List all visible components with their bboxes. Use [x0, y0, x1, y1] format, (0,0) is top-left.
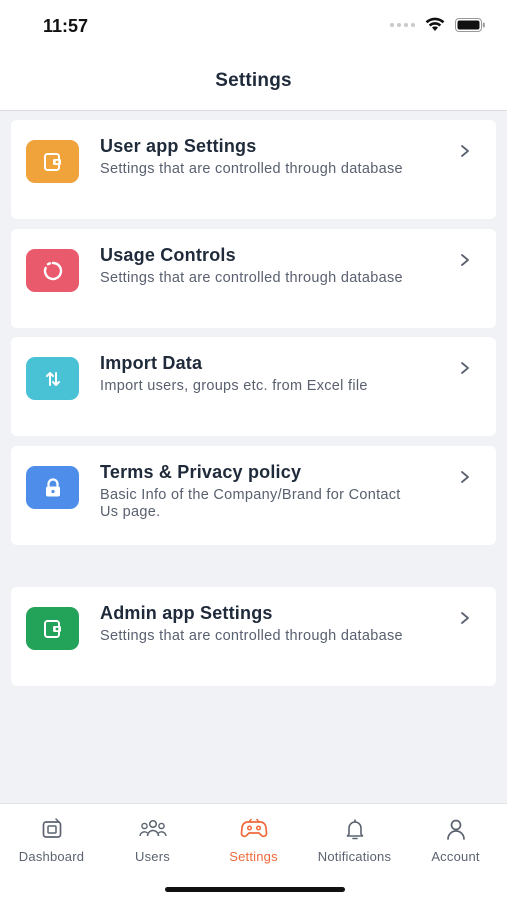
lock-icon [45, 477, 60, 496]
tab-settings[interactable]: Settings [203, 816, 304, 864]
tab-label: Users [135, 849, 170, 864]
settings-screen: 11:57 Settings User app Settings Setting… [0, 0, 507, 900]
item-title: Usage Controls [100, 245, 236, 265]
terms-privacy-icon-tile [26, 466, 79, 509]
settings-item-usage-controls[interactable]: Usage Controls Settings that are control… [11, 229, 496, 328]
item-title: User app Settings [100, 136, 257, 156]
tab-users[interactable]: Users [102, 816, 203, 864]
device-settings-icon [43, 152, 61, 171]
status-icons [390, 17, 485, 32]
settings-item-admin-app[interactable]: Admin app Settings Settings that are con… [11, 587, 496, 686]
bell-icon [346, 819, 363, 840]
item-title: Admin app Settings [100, 603, 273, 623]
bottom-tab-bar: Dashboard Users Settings Notifications A… [0, 803, 507, 900]
item-subtitle: Settings that are controlled through dat… [100, 270, 403, 286]
tab-label: Notifications [317, 849, 392, 864]
status-time: 11:57 [43, 16, 89, 36]
item-subtitle: Settings that are controlled through dat… [100, 161, 403, 177]
usage-controls-icon-tile [26, 249, 79, 292]
chevron-right-icon [461, 145, 469, 157]
tab-notifications[interactable]: Notifications [304, 816, 405, 864]
chevron-right-icon [461, 362, 469, 374]
settings-gamepad-icon [240, 818, 267, 838]
admin-app-icon-tile [26, 607, 79, 650]
wifi-icon [425, 17, 445, 31]
user-app-icon-tile [26, 140, 79, 183]
cellular-signal-icon [390, 22, 415, 27]
dashboard-icon [42, 818, 61, 838]
settings-item-user-app[interactable]: User app Settings Settings that are cont… [11, 120, 496, 219]
circular-refresh-icon [43, 261, 62, 280]
page-title: Settings [215, 70, 292, 91]
sort-arrows-icon [45, 371, 60, 386]
tab-label: Account [431, 849, 480, 864]
person-icon [446, 819, 465, 840]
tab-label: Settings [229, 849, 278, 864]
nav-header: Settings [0, 54, 507, 111]
item-subtitle: Settings that are controlled through dat… [100, 628, 403, 644]
item-subtitle: Basic Info of the Company/Brand for Cont… [100, 487, 401, 520]
item-title: Import Data [100, 353, 203, 373]
device-settings-icon [43, 619, 61, 638]
tab-label: Dashboard [18, 849, 85, 864]
item-title: Terms & Privacy policy [100, 462, 302, 482]
tab-dashboard[interactable]: Dashboard [1, 816, 102, 864]
status-bar: 11:57 [0, 0, 507, 54]
import-data-icon-tile [26, 357, 79, 400]
settings-item-import-data[interactable]: Import Data Import users, groups etc. fr… [11, 337, 496, 436]
home-indicator[interactable] [165, 887, 345, 892]
settings-item-terms-privacy[interactable]: Terms & Privacy policy Basic Info of the… [11, 446, 496, 545]
chevron-right-icon [461, 254, 469, 266]
battery-icon [455, 17, 485, 32]
item-subtitle: Import users, groups etc. from Excel fil… [100, 378, 368, 394]
chevron-right-icon [461, 612, 469, 624]
chevron-right-icon [461, 471, 469, 483]
tab-account[interactable]: Account [405, 816, 506, 864]
users-icon [138, 819, 167, 837]
